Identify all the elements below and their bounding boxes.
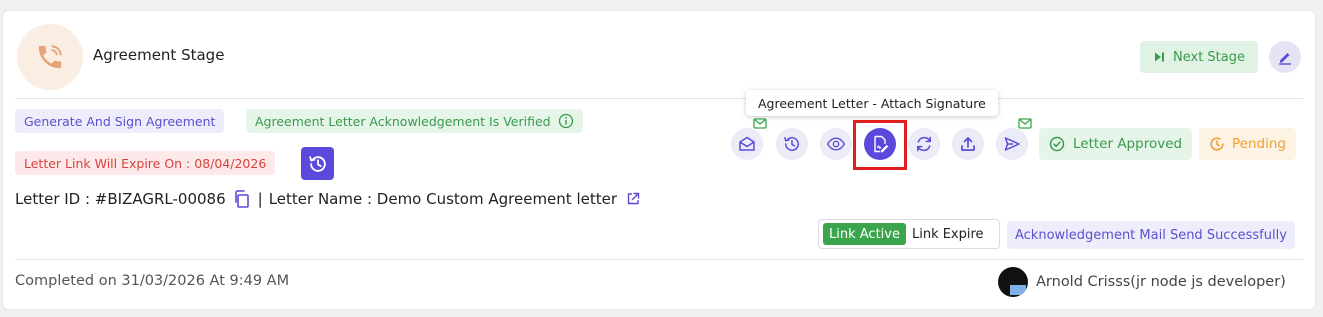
edit-button[interactable]	[1269, 41, 1301, 73]
completed-on-text: Completed on 31/03/2026 At 9:49 AM	[15, 273, 290, 289]
mail-check-icon	[753, 118, 767, 129]
eye-icon	[826, 137, 846, 151]
letter-info: Letter ID : #BIZAGRL-00086 | Letter Name…	[15, 189, 641, 209]
letter-name: Letter Name : Demo Custom Agreement lett…	[268, 190, 617, 208]
agreement-stage-card: Agreement Stage Next Stage Generate And …	[2, 10, 1316, 310]
check-circle-icon	[1049, 136, 1065, 152]
letter-approved-badge: Letter Approved	[1039, 128, 1193, 160]
send-icon	[1004, 137, 1020, 151]
link-expiry-badge: Letter Link Will Expire On : 08/04/2026	[15, 151, 276, 175]
history-icon	[784, 137, 799, 151]
divider	[15, 98, 1303, 99]
user-info: Arnold Crisss(jr node js developer)	[998, 267, 1286, 297]
info-icon[interactable]	[558, 113, 574, 129]
copy-icon[interactable]	[232, 189, 252, 209]
ack-verified-badge: Agreement Letter Acknowledgement Is Veri…	[246, 109, 583, 133]
link-active-option[interactable]: Link Active	[823, 223, 906, 245]
ack-verified-label: Agreement Letter Acknowledgement Is Veri…	[255, 113, 551, 129]
avatar	[998, 267, 1028, 297]
ack-mail-sent-badge: Acknowledgement Mail Send Successfully	[1007, 221, 1295, 249]
divider	[15, 259, 1303, 260]
action-preview[interactable]	[820, 128, 852, 160]
link-status-toggle[interactable]: Link Active Link Expire	[818, 219, 1000, 249]
highlight-box	[853, 120, 907, 170]
history-icon	[308, 155, 326, 172]
action-refresh[interactable]	[908, 128, 940, 160]
letter-id: Letter ID : #BIZAGRL-00086	[15, 190, 226, 208]
expiry-history-button[interactable]	[301, 147, 334, 180]
refresh-icon	[917, 136, 931, 152]
stage-avatar	[17, 24, 83, 90]
link-expire-option[interactable]: Link Expire	[912, 227, 984, 242]
pending-label: Pending	[1232, 136, 1286, 152]
letter-approved-label: Letter Approved	[1073, 136, 1183, 152]
action-history[interactable]	[776, 128, 808, 160]
upload-icon	[961, 137, 975, 151]
phone-icon	[38, 45, 62, 69]
next-stage-button[interactable]: Next Stage	[1140, 41, 1258, 73]
mail-check-icon	[1018, 118, 1032, 129]
action-upload[interactable]	[952, 128, 984, 160]
tooltip: Agreement Letter - Attach Signature	[746, 90, 998, 116]
pending-clock-icon	[1210, 137, 1224, 151]
stage-title: Agreement Stage	[93, 46, 225, 64]
pencil-icon	[1279, 53, 1291, 65]
action-mail-open[interactable]	[731, 118, 767, 160]
user-name: Arnold Crisss(jr node js developer)	[1036, 274, 1286, 290]
pending-badge: Pending	[1199, 128, 1296, 160]
mail-open-icon	[739, 136, 755, 151]
action-send[interactable]	[996, 118, 1032, 160]
skip-next-icon	[1155, 52, 1164, 62]
generate-agreement-badge: Generate And Sign Agreement	[15, 109, 225, 133]
next-stage-label: Next Stage	[1173, 49, 1245, 65]
external-link-icon[interactable]	[625, 191, 641, 207]
letter-separator: |	[257, 190, 263, 208]
